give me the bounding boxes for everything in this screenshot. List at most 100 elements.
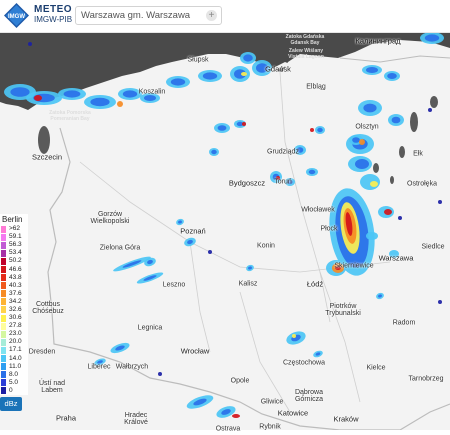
legend-swatch [1, 346, 6, 354]
legend-value: 17.1 [9, 346, 22, 354]
sea-label-gdansk: Zatoka Gdańska Gdansk Bay [285, 34, 325, 46]
legend-item: 11.0 [0, 362, 28, 371]
city-label: Ostrava [215, 425, 241, 433]
legend-value: 43.8 [9, 273, 22, 281]
city-label: Olsztyn [355, 123, 379, 131]
legend-swatch [1, 233, 6, 241]
radar-echo [366, 232, 378, 240]
imgw-logo[interactable]: IMGW [4, 3, 29, 28]
radar-echo [438, 200, 442, 204]
legend-item: 37.6 [0, 289, 28, 298]
legend-item: 40.3 [0, 281, 28, 290]
city-label: Katowice [277, 408, 309, 418]
legend-swatch [1, 363, 6, 371]
legend-swatch [1, 314, 6, 322]
city-label: Włocławek [301, 206, 335, 214]
city-label: Zielona Góra [99, 244, 141, 252]
legend-swatch [1, 306, 6, 314]
legend-value: 30.6 [9, 314, 22, 322]
legend-item: 56.3 [0, 241, 28, 250]
radar-echo [292, 334, 296, 338]
radar-echo [10, 87, 30, 97]
radar-echo [28, 42, 32, 46]
legend-swatch [1, 338, 6, 346]
legend-swatch [1, 355, 6, 363]
legend-item: 50.2 [0, 257, 28, 266]
legend-item: 32.6 [0, 305, 28, 315]
legend-item: 27.8 [0, 322, 28, 331]
legend-swatch [1, 274, 6, 282]
legend-value: >62 [9, 225, 21, 233]
city-label: Grudziądz [267, 148, 299, 156]
city-label: Wałbrzych [115, 363, 149, 371]
city-label: Dresden [28, 348, 56, 356]
legend-value: 46.6 [9, 265, 22, 273]
legend-item: 5.0 [0, 378, 28, 387]
radar-echo [363, 103, 377, 113]
legend-item: 14.0 [0, 354, 28, 363]
brand-subtitle: IMGW-PIB [34, 15, 73, 24]
legend-swatch [1, 379, 6, 387]
city-label: Kielce [366, 364, 386, 372]
city-label: Piotrków Trybunalski [325, 303, 361, 317]
legend-title: Berlin [0, 214, 28, 225]
legend-swatch [1, 241, 6, 249]
city-label: Płock [320, 225, 338, 233]
radar-echo [242, 122, 246, 126]
radar-echo [384, 209, 392, 215]
legend-swatch [1, 330, 6, 338]
radar-echo [424, 34, 440, 42]
legend-value: 0 [9, 386, 13, 394]
city-label: Elbląg [306, 83, 326, 91]
legend-item: 17.1 [0, 346, 28, 355]
radar-echo [398, 216, 402, 220]
location-search[interactable]: + [75, 6, 222, 25]
city-label: Gdańsk [265, 64, 291, 74]
radar-echo [232, 414, 240, 418]
top-bar: IMGW METEO IMGW-PIB + [0, 0, 450, 33]
radar-echo [387, 73, 397, 79]
city-label: Калининград [355, 36, 401, 46]
legend-value: 56.3 [9, 241, 22, 249]
legend-swatch [1, 249, 6, 257]
radar-echo [310, 128, 314, 132]
unit-button[interactable]: dBz [0, 396, 22, 411]
add-location-icon[interactable]: + [206, 10, 217, 21]
logo-text: IMGW [8, 14, 25, 20]
legend-swatch [1, 225, 6, 233]
city-label: Opole [230, 377, 250, 385]
radar-echo [202, 72, 218, 80]
legend-value: 37.6 [9, 289, 22, 297]
radar-echo [211, 149, 217, 155]
radar-echo [308, 169, 316, 175]
radar-echo [208, 250, 212, 254]
city-label: Wrocław [180, 346, 210, 356]
city-label: Praha [55, 413, 77, 423]
radar-echo [243, 54, 253, 62]
legend-value: 23.0 [9, 330, 22, 338]
legend-swatch [1, 387, 6, 395]
radar-legend: Berlin >62 59.1 56.3 53.4 50.2 46.6 43.8 40.3 37… [0, 214, 28, 411]
city-label: Kraków [333, 414, 359, 424]
city-label: Ostrołęka [407, 180, 437, 188]
radar-echo [63, 90, 81, 98]
legend-swatch [1, 371, 6, 379]
radar-echo [360, 174, 380, 190]
city-label: Poznań [180, 226, 206, 236]
city-label: Skierniewice [334, 262, 374, 270]
legend-value: 50.2 [9, 257, 22, 265]
city-label: Warszawa [378, 253, 414, 263]
legend-item: 23.0 [0, 330, 28, 339]
radar-map[interactable]: Zatoka Pomorska Pomeranian Bay Zatoka Gd… [0, 32, 450, 433]
search-input[interactable] [81, 10, 205, 21]
radar-echo [352, 137, 360, 143]
radar-echo [391, 116, 401, 124]
legend-value: 27.8 [9, 322, 22, 330]
city-label: Rybnik [259, 423, 281, 431]
radar-echo [144, 95, 156, 101]
city-label: Ełk [413, 150, 423, 158]
legend-item: 53.4 [0, 249, 28, 258]
legend-value: 11.0 [9, 362, 22, 370]
legend-item: 20.0 [0, 338, 28, 347]
legend-swatch [1, 290, 6, 298]
